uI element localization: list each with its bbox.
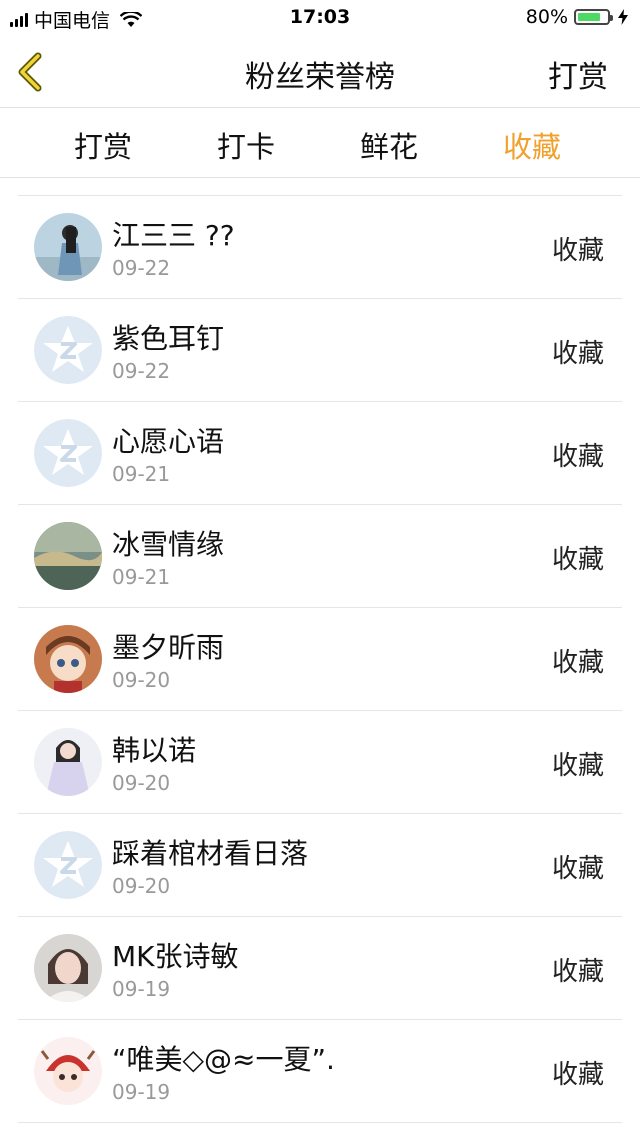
user-name: 冰雪情缘	[112, 528, 225, 561]
list-item[interactable]: 墨夕昕雨 09-20 收藏	[18, 608, 622, 711]
action-label: 收藏	[551, 751, 604, 781]
item-date: 09-20	[112, 874, 171, 898]
user-name: “唯美◇@≈一夏”.	[112, 1043, 335, 1076]
list-item[interactable]: “唯美◇@≈一夏”. 09-19 收藏	[18, 1020, 622, 1123]
nav-bar: 粉丝荣誉榜 打赏	[0, 36, 640, 108]
item-date: 09-21	[112, 565, 171, 589]
user-name: 踩着棺材看日落	[112, 837, 309, 870]
action-label: 收藏	[551, 957, 604, 987]
action-label: 收藏	[551, 442, 604, 472]
user-name: MK张诗敏	[112, 940, 239, 973]
status-bar: 中国电信 17:03 80%	[0, 0, 640, 36]
page-title: 粉丝荣誉榜	[245, 60, 395, 95]
battery-fill	[578, 13, 600, 21]
tab-checkin[interactable]: 打卡	[217, 124, 275, 166]
status-right: 80%	[526, 6, 628, 28]
avatar	[34, 1037, 102, 1105]
item-date: 09-19	[112, 1080, 171, 1104]
battery-icon	[574, 9, 613, 25]
item-date: 09-20	[112, 771, 171, 795]
list-item[interactable]: MK张诗敏 09-19 收藏	[18, 917, 622, 1020]
avatar	[34, 728, 102, 796]
action-label: 收藏	[551, 545, 604, 575]
user-name: 韩以诺	[112, 734, 197, 767]
fan-list: 江三三 ?? 09-22 收藏 紫色耳钉 09-22 收藏 心愿心语 09-21…	[18, 195, 622, 1123]
item-date: 09-21	[112, 462, 171, 486]
list-item[interactable]: 紫色耳钉 09-22 收藏	[18, 299, 622, 402]
item-date: 09-19	[112, 977, 171, 1001]
avatar	[34, 522, 102, 590]
list-item[interactable]: 江三三 ?? 09-22 收藏	[18, 196, 622, 299]
tab-flowers[interactable]: 鲜花	[360, 124, 418, 166]
list-item[interactable]: 冰雪情缘 09-21 收藏	[18, 505, 622, 608]
list-item[interactable]: 踩着棺材看日落 09-20 收藏	[18, 814, 622, 917]
avatar	[34, 934, 102, 1002]
item-date: 09-22	[112, 256, 171, 280]
back-button[interactable]	[14, 52, 50, 92]
tab-reward[interactable]: 打赏	[74, 124, 132, 166]
list-item[interactable]: 心愿心语 09-21 收藏	[18, 402, 622, 505]
action-label: 收藏	[551, 1060, 604, 1090]
action-label: 收藏	[551, 648, 604, 678]
tab-bar: 打赏 打卡 鲜花 收藏	[0, 108, 640, 178]
user-name: 紫色耳钉	[112, 322, 225, 355]
user-name: 江三三 ??	[112, 219, 235, 252]
reward-button[interactable]: 打赏	[548, 52, 608, 96]
user-name: 心愿心语	[112, 425, 225, 458]
list-item[interactable]: 韩以诺 09-20 收藏	[18, 711, 622, 814]
action-label: 收藏	[551, 854, 604, 884]
action-label: 收藏	[551, 236, 604, 266]
item-date: 09-20	[112, 668, 171, 692]
default-avatar-icon	[34, 316, 102, 384]
charging-icon	[618, 9, 628, 25]
action-label: 收藏	[551, 339, 604, 369]
tab-favorites[interactable]: 收藏	[503, 124, 561, 166]
battery-percent: 80%	[525, 6, 568, 28]
item-date: 09-22	[112, 359, 171, 383]
default-avatar-icon	[34, 831, 102, 899]
user-name: 墨夕昕雨	[112, 631, 225, 664]
default-avatar-icon	[34, 419, 102, 487]
avatar	[34, 213, 102, 281]
chevron-left-icon	[18, 52, 42, 92]
avatar	[34, 625, 102, 693]
